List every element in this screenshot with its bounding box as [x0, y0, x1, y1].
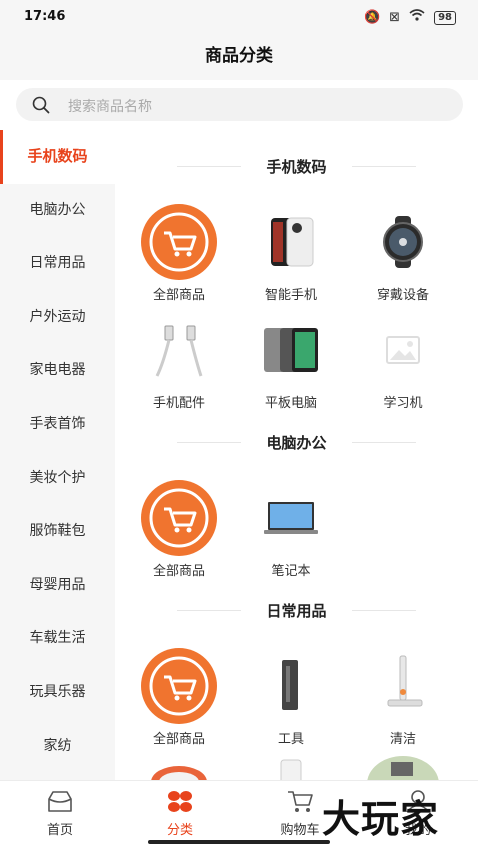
sidebar-item-daily-goods[interactable]: 日常用品	[0, 237, 115, 291]
partial-product-image	[149, 762, 209, 780]
mute-icon: 🔕	[363, 9, 381, 25]
grid-item-laptop[interactable]: 笔记本	[235, 478, 347, 579]
search-bar: 搜索商品名称	[0, 80, 478, 130]
grid-item-label: 工具	[277, 732, 304, 747]
grid-item-all-products[interactable]: 全部商品	[123, 646, 235, 747]
category-sidebar: 手机数码 电脑办公 日常用品 户外运动 家电电器 手表首饰 美妆个护 服饰鞋包 …	[0, 130, 115, 780]
grid-item-label: 清洁	[389, 732, 416, 747]
sim-icon: ⊠	[389, 9, 401, 25]
smartwatch-icon	[363, 202, 443, 282]
battery-indicator: 98	[434, 10, 456, 25]
status-time: 17:46	[24, 9, 66, 24]
section-title-computer-office: 电脑办公	[115, 432, 478, 453]
wifi-icon	[409, 9, 425, 26]
grid-item-wearables[interactable]: 穿戴设备	[347, 202, 459, 303]
home-indicator	[148, 840, 330, 844]
laptop-icon	[251, 478, 331, 558]
grid-item-label: 智能手机	[264, 288, 317, 303]
grid-item-label: 全部商品	[152, 564, 205, 579]
search-input[interactable]: 搜索商品名称	[16, 88, 463, 121]
grid-item-all-products[interactable]: 全部商品	[123, 478, 235, 579]
grid-item-tablet[interactable]: 平板电脑	[235, 310, 347, 411]
grid-item-label: 手机配件	[152, 396, 205, 411]
sidebar-item-beauty-care[interactable]: 美妆个护	[0, 452, 115, 506]
cart-badge-icon	[139, 646, 219, 726]
cart-badge-icon	[139, 478, 219, 558]
status-icons: 🔕 ⊠ 98	[364, 9, 456, 26]
sidebar-item-home-textile[interactable]: 家纺	[0, 720, 115, 774]
tab-label: 分类	[166, 823, 193, 838]
header: 商品分类	[0, 34, 478, 80]
mop-icon	[363, 646, 443, 726]
page-title: 商品分类	[205, 46, 273, 66]
sidebar-item-toys-instruments[interactable]: 玩具乐器	[0, 666, 115, 720]
tab-home[interactable]: 首页	[0, 789, 120, 838]
grid-item-label: 学习机	[383, 396, 423, 411]
category-icon	[168, 791, 192, 812]
search-icon	[32, 96, 50, 114]
usb-cable-icon	[139, 310, 219, 390]
tablet-icon	[251, 310, 331, 390]
sidebar-item-home-appliances[interactable]: 家电电器	[0, 344, 115, 398]
grid-item-all-products[interactable]: 全部商品	[123, 202, 235, 303]
section-title-daily-goods: 日常用品	[115, 600, 478, 621]
search-placeholder: 搜索商品名称	[68, 99, 152, 115]
status-bar: 17:46 🔕 ⊠ 98	[0, 0, 478, 34]
sidebar-item-apparel-bags[interactable]: 服饰鞋包	[0, 505, 115, 559]
grid-item-learning-device[interactable]: 学习机	[347, 310, 459, 411]
cart-icon	[288, 791, 313, 812]
sidebar-item-watches-jewelry[interactable]: 手表首饰	[0, 398, 115, 452]
grid-item-label: 全部商品	[152, 732, 205, 747]
sidebar-item-car-life[interactable]: 车载生活	[0, 612, 115, 666]
sidebar-item-computer-office[interactable]: 电脑办公	[0, 184, 115, 238]
grid-item-label: 穿戴设备	[376, 288, 429, 303]
grid-item-label: 笔记本	[271, 564, 311, 579]
category-content: 手机数码 全部商品 智能手机 穿戴设备 手机配件 平板电脑 学习机 电脑办公 全…	[115, 130, 478, 780]
grid-item-phone-accessories[interactable]: 手机配件	[123, 310, 235, 411]
grid-item-label: 平板电脑	[264, 396, 317, 411]
tool-icon	[251, 646, 331, 726]
home-icon	[48, 791, 72, 812]
image-placeholder-icon	[363, 310, 443, 390]
grid-item-smartphone[interactable]: 智能手机	[235, 202, 347, 303]
partial-product-image	[279, 756, 303, 780]
section-title-phone-digital: 手机数码	[115, 156, 478, 177]
watermark-text: 大玩家	[322, 797, 440, 841]
sidebar-item-outdoor-sports[interactable]: 户外运动	[0, 291, 115, 345]
partial-product-image	[365, 754, 441, 780]
smartphone-icon	[251, 202, 331, 282]
tab-label: 首页	[46, 823, 73, 838]
sidebar-item-mother-baby[interactable]: 母婴用品	[0, 559, 115, 613]
tab-category[interactable]: 分类	[120, 789, 240, 838]
sidebar-item-phone-digital[interactable]: 手机数码	[0, 130, 115, 184]
cart-badge-icon	[139, 202, 219, 282]
grid-item-tools[interactable]: 工具	[235, 646, 347, 747]
grid-item-cleaning[interactable]: 清洁	[347, 646, 459, 747]
grid-item-label: 全部商品	[152, 288, 205, 303]
